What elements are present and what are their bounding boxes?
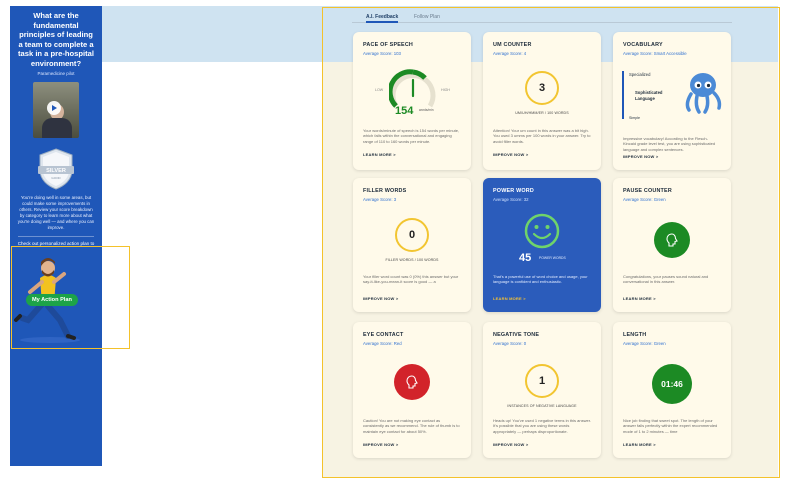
gauge-low-label: LOW — [375, 88, 384, 92]
card-description: Your filler word count was 0 (0%) this a… — [363, 274, 459, 285]
vocab-scale-bar — [622, 71, 624, 119]
card-average: Average Score: 3 — [363, 197, 397, 202]
improve-now-link[interactable]: IMPROVE NOW > — [493, 442, 528, 447]
filler-caption: FILLER WORDS / 100 WORDS — [385, 258, 439, 262]
gauge-high-label: HIGH — [441, 88, 450, 92]
improve-now-link[interactable]: IMPROVE NOW > — [623, 154, 658, 159]
card-title: NEGATIVE TONE — [493, 332, 540, 338]
improve-now-link[interactable]: IMPROVE NOW > — [363, 442, 398, 447]
card-description: Congratulations, your pauses sound natur… — [623, 274, 709, 285]
card-title: PACE OF SPEECH — [363, 42, 414, 48]
improve-now-link[interactable]: IMPROVE NOW > — [493, 152, 528, 157]
card-average: Average Score: 103 — [363, 51, 401, 56]
um-score-ring: 3 — [525, 71, 559, 105]
pace-value: 154 — [395, 105, 414, 117]
card-average: Average Score: 0 — [493, 341, 527, 346]
my-action-plan-button[interactable]: My Action Plan — [26, 294, 78, 306]
card-description: Nice job finding that sweet spot. The le… — [623, 418, 718, 434]
smiley-face-icon — [524, 213, 560, 249]
app-root: What are the fundamental principles of l… — [0, 0, 786, 479]
power-unit: POWER WORDS — [539, 256, 566, 260]
vocab-level-bottom: Simple — [629, 116, 640, 120]
vocab-level-top: Specialized — [629, 72, 651, 77]
card-average: Average Score: Red — [363, 341, 402, 346]
speech-head-icon — [666, 233, 678, 247]
silver-badge-icon: SILVER GOOD — [38, 148, 74, 190]
card-vocabulary[interactable]: VOCABULARY Average Score: Smart Accessib… — [613, 32, 731, 170]
learn-more-link[interactable]: LEARN MORE > — [623, 442, 656, 447]
um-caption: UM/UH/HMM/ER / 100 WORDS — [515, 111, 569, 115]
card-title: EYE CONTACT — [363, 332, 404, 338]
card-eye-contact[interactable]: EYE CONTACT Average Score: Red Caution! … — [353, 322, 471, 458]
card-power-word[interactable]: POWER WORD Average Score: 32 45 POWER WO… — [483, 178, 601, 312]
pause-status-circle — [654, 222, 690, 258]
eye-status-circle — [394, 364, 430, 400]
answer-video-thumbnail[interactable] — [33, 82, 79, 138]
learn-more-link[interactable]: LEARN MORE > — [493, 296, 526, 301]
card-description: Caution! You are not making eye contact … — [363, 418, 460, 434]
card-title: POWER WORD — [493, 188, 534, 194]
card-description: Attention! Your um count in this answer … — [493, 128, 591, 144]
length-timer: 01:46 — [652, 364, 692, 404]
tab-ai-feedback[interactable]: A.I. Feedback — [366, 14, 399, 23]
sidebar: What are the fundamental principles of l… — [10, 6, 102, 466]
card-description: Heads up! You've used 1 negative terms i… — [493, 418, 591, 434]
card-description: That's a powerful use of word choice and… — [493, 274, 588, 285]
negative-caption: INSTANCES OF NEGATIVE LANGUAGE — [507, 404, 577, 408]
card-title: LENGTH — [623, 332, 647, 338]
card-title: FILLER WORDS — [363, 188, 407, 194]
card-description: Impressive vocabulary! According to the … — [623, 136, 716, 152]
card-length[interactable]: LENGTH Average Score: Green 01:46 Nice j… — [613, 322, 731, 458]
card-average: Average Score: Green — [623, 341, 666, 346]
card-negative-tone[interactable]: NEGATIVE TONE Average Score: 0 1 INSTANC… — [483, 322, 601, 458]
action-plan-card[interactable]: My Action Plan — [2, 246, 120, 346]
vocab-level-current: Sophisticated Language — [635, 90, 663, 101]
card-title: PAUSE COUNTER — [623, 188, 672, 194]
card-filler-words[interactable]: FILLER WORDS Average Score: 3 0 FILLER W… — [353, 178, 471, 312]
tab-follow-plan[interactable]: Follow Plan — [414, 14, 440, 20]
badge-label: SILVER — [46, 168, 66, 174]
card-pace-of-speech[interactable]: PACE OF SPEECH Average Score: 103 LOW HI… — [353, 32, 471, 170]
learn-more-link[interactable]: LEARN MORE > — [623, 296, 656, 301]
score-summary: You're doing well in some areas, but cou… — [17, 195, 95, 230]
pace-unit: words/min — [419, 108, 434, 112]
card-average: Average Score: 32 — [493, 197, 529, 202]
badge-sub: GOOD — [51, 176, 61, 180]
power-value: 45 — [519, 252, 532, 264]
card-average: Average Score: Smart Accessible — [623, 51, 687, 56]
negative-score-ring: 1 — [525, 364, 559, 398]
card-pause-counter[interactable]: PAUSE COUNTER Average Score: Green Congr… — [613, 178, 731, 312]
improve-now-link[interactable]: IMPROVE NOW > — [363, 296, 398, 301]
feedback-tabs: A.I. Feedback Follow Plan — [352, 13, 732, 23]
card-average: Average Score: 4 — [493, 51, 527, 56]
learn-more-link[interactable]: LEARN MORE > — [363, 152, 396, 157]
sidebar-divider — [18, 236, 94, 237]
play-icon[interactable] — [47, 101, 61, 115]
video-person-body — [42, 118, 72, 138]
card-um-counter[interactable]: UM COUNTER Average Score: 4 3 UM/UH/HMM/… — [483, 32, 601, 170]
card-average: Average Score: Green — [623, 197, 666, 202]
card-description: Your words/minute of speech is 154 words… — [363, 128, 460, 144]
card-title: UM COUNTER — [493, 42, 532, 48]
face-profile-icon — [406, 375, 418, 389]
card-title: VOCABULARY — [623, 42, 663, 48]
filler-score-ring: 0 — [395, 218, 429, 252]
octopus-mascot-icon — [685, 73, 722, 114]
question-title: What are the fundamental principles of l… — [18, 11, 94, 68]
question-subtitle: Paramedicine pilot — [37, 71, 75, 76]
